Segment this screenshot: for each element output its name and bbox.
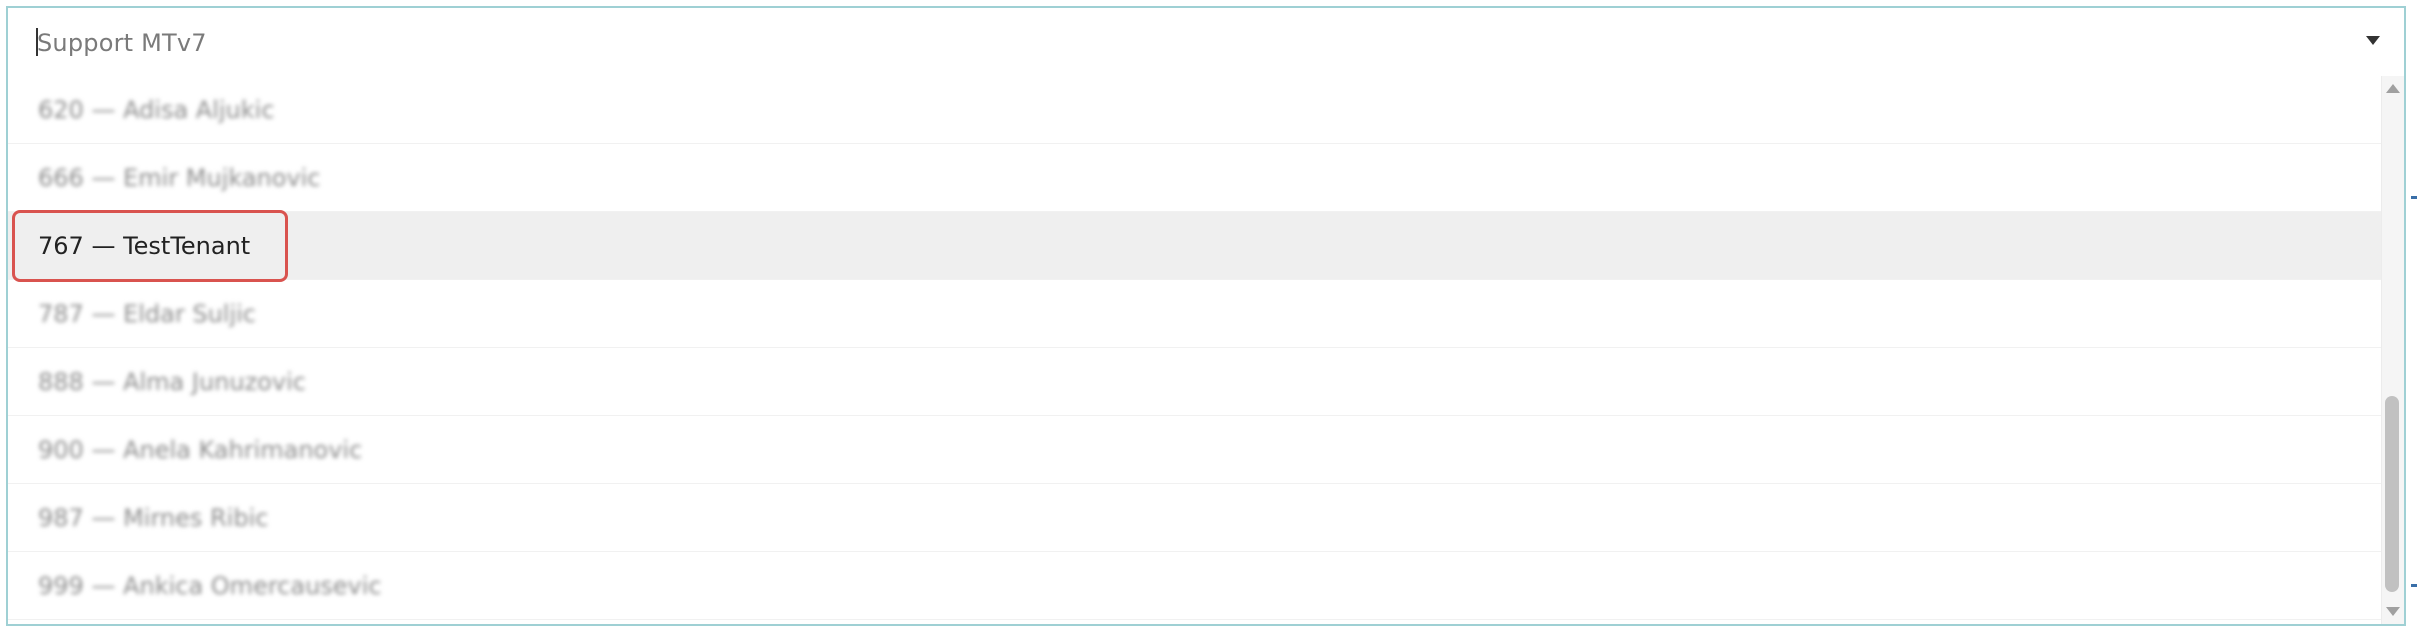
list-item[interactable]: 787 — Eldar Suljic — [8, 280, 2386, 348]
list-item[interactable]: 620 — Adisa Aljukic — [8, 76, 2386, 144]
scroll-up-arrow-icon[interactable] — [2386, 84, 2400, 93]
list-item-label: 787 — Eldar Suljic — [38, 299, 256, 328]
scrollbar-thumb[interactable] — [2385, 396, 2399, 592]
scroll-down-arrow-icon[interactable] — [2386, 607, 2400, 616]
list-item[interactable]: 999 — Ankica Omercausevic — [8, 552, 2386, 620]
list-item[interactable]: 888 — Alma Junuzovic — [8, 348, 2386, 416]
tenant-search-input[interactable]: Support MTv7 — [36, 26, 207, 60]
tenant-select-widget: Support MTv7 620 — Adisa Aljukic 666 — E… — [0, 0, 2417, 630]
list-item[interactable]: 987 — Mirnes Ribic — [8, 484, 2386, 552]
list-item-label: 666 — Emir Mujkanovic — [38, 163, 321, 192]
list-item-label: 999 — Ankica Omercausevic — [38, 571, 382, 600]
list-item-label: 620 — Adisa Aljukic — [38, 95, 275, 124]
list-item[interactable]: 900 — Anela Kahrimanovic — [8, 416, 2386, 484]
chevron-down-icon[interactable] — [2366, 36, 2380, 45]
page-edge-mark — [2411, 196, 2417, 199]
tenant-combobox[interactable]: Support MTv7 — [6, 6, 2406, 76]
dropdown-scrollbar[interactable] — [2381, 76, 2404, 624]
tenant-dropdown-list: 620 — Adisa Aljukic 666 — Emir Mujkanovi… — [6, 76, 2406, 626]
list-item-label: 767 — TestTenant — [38, 231, 251, 260]
text-cursor — [36, 28, 38, 56]
list-item[interactable]: 666 — Emir Mujkanovic — [8, 144, 2386, 212]
list-item-label: 888 — Alma Junuzovic — [38, 367, 306, 396]
list-item-label: 900 — Anela Kahrimanovic — [38, 435, 363, 464]
page-edge-mark — [2411, 584, 2417, 587]
list-item-label: 987 — Mirnes Ribic — [38, 503, 269, 532]
list-item-highlighted[interactable]: 767 — TestTenant — [8, 212, 2386, 280]
tenant-search-value: Support MTv7 — [37, 29, 207, 57]
